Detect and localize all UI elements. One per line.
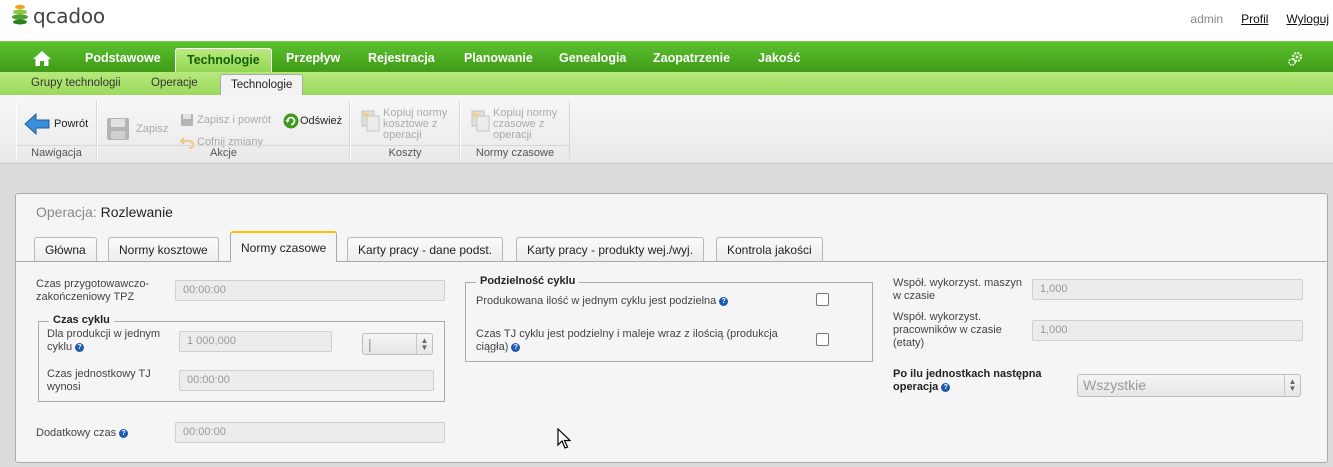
tab-normy-czasowe[interactable]: Normy czasowe bbox=[230, 231, 338, 262]
additional-time-input[interactable]: 00:00:00 bbox=[175, 422, 445, 443]
operation-form: Operacja: Rozlewanie Główna Normy koszto… bbox=[15, 193, 1328, 463]
tab-karty-pracy-dane[interactable]: Karty pracy - dane podst. bbox=[347, 237, 504, 262]
refresh-label: Odśwież bbox=[300, 114, 343, 127]
menu-technologie[interactable]: Technologie bbox=[175, 48, 272, 73]
worker-utilization-label: Współ. wykorzyst. pracowników w czasie (… bbox=[893, 311, 1002, 349]
menu-przeplyw[interactable]: Przepływ bbox=[286, 42, 340, 73]
unit-select-value: | bbox=[368, 336, 372, 352]
unit-select[interactable]: | ▲ ▼ bbox=[362, 333, 433, 355]
submenu-operacje[interactable]: Operacje bbox=[151, 72, 198, 95]
page-title: Operacja: Rozlewanie bbox=[36, 204, 173, 220]
logo[interactable]: qcadoo bbox=[10, 4, 105, 28]
home-icon[interactable] bbox=[32, 50, 52, 70]
copy-cost-norms-button[interactable]: Kopiuj normy kosztowe z operacji bbox=[361, 108, 453, 141]
username: admin bbox=[1190, 12, 1224, 26]
ribbon-group-label: Akcje bbox=[98, 145, 349, 159]
back-label: Powrót bbox=[54, 117, 89, 130]
tab-normy-kosztowe[interactable]: Normy kosztowe bbox=[108, 237, 219, 262]
refresh-icon bbox=[283, 113, 299, 129]
ribbon-group-label: Normy czasowe bbox=[461, 145, 569, 159]
copy-time-norms-button[interactable]: Kopiuj normy czasowe z operacji bbox=[471, 108, 563, 141]
production-in-cycle-input[interactable]: 1 000,000 bbox=[179, 331, 332, 352]
tj-divisible-label: Czas TJ cyklu jest podzielny i maleje wr… bbox=[476, 328, 778, 353]
profile-link[interactable]: Profil bbox=[1241, 12, 1268, 26]
save-button[interactable]: Zapisz bbox=[106, 117, 168, 141]
sub-menu: Grupy technologii Operacje Technologie bbox=[0, 72, 1333, 95]
save-and-back-button[interactable]: Zapisz i powrót bbox=[180, 113, 271, 127]
cycle-divisibility-legend: Podzielność cyklu bbox=[476, 275, 580, 287]
tab-glowna[interactable]: Główna bbox=[34, 237, 97, 262]
menu-podstawowe[interactable]: Podstawowe bbox=[85, 42, 161, 73]
select-arrows-icon: ▲ ▼ bbox=[416, 334, 432, 354]
logout-link[interactable]: Wyloguj bbox=[1286, 12, 1329, 26]
next-operation-value: Wszystkie bbox=[1083, 377, 1146, 393]
divisible-checkbox[interactable] bbox=[816, 293, 829, 306]
next-operation-label: Po ilu jednostkach następna operacja? bbox=[893, 368, 1042, 393]
mouse-cursor-icon bbox=[557, 428, 571, 449]
tpz-input[interactable]: 00:00:00 bbox=[175, 280, 445, 301]
help-icon[interactable]: ? bbox=[719, 297, 729, 306]
ribbon-group-time-norms: Kopiuj normy czasowe z operacji Normy cz… bbox=[460, 101, 570, 159]
menu-zaopatrzenie[interactable]: Zaopatrzenie bbox=[653, 42, 730, 73]
copy-time-norms-label: Kopiuj normy czasowe z operacji bbox=[493, 107, 558, 141]
page-title-value: Rozlewanie bbox=[100, 204, 173, 220]
ribbon-group-navigation: Powrót Nawigacja bbox=[16, 101, 97, 159]
menu-jakosc[interactable]: Jakość bbox=[758, 42, 800, 73]
back-arrow-icon bbox=[24, 112, 50, 136]
page-title-key: Operacja: bbox=[36, 204, 97, 220]
additional-time-label: Dodatkowy czas? bbox=[36, 427, 129, 440]
qcadoo-logo-icon bbox=[12, 4, 28, 25]
tpz-label: Czas przygotowawczo-zakończeniowy TPZ bbox=[36, 278, 150, 303]
menu-planowanie[interactable]: Planowanie bbox=[464, 42, 533, 73]
tab-karty-pracy-produkty[interactable]: Karty pracy - produkty wej./wyj. bbox=[516, 237, 705, 262]
menu-genealogia[interactable]: Genealogia bbox=[559, 42, 626, 73]
copy-document-icon bbox=[471, 110, 490, 132]
help-icon[interactable]: ? bbox=[941, 383, 951, 392]
tj-input[interactable]: 00:00:00 bbox=[179, 370, 434, 391]
help-icon[interactable]: ? bbox=[75, 343, 85, 352]
tj-divisible-checkbox[interactable] bbox=[816, 333, 829, 346]
settings-gear-icon[interactable] bbox=[1287, 51, 1303, 70]
select-arrows-icon: ▲ ▼ bbox=[1284, 375, 1300, 395]
tab-kontrola-jakosci[interactable]: Kontrola jakości bbox=[716, 237, 823, 262]
ribbon-group-label: Nawigacja bbox=[17, 145, 96, 159]
floppy-disk-small-icon bbox=[181, 114, 193, 126]
floppy-disk-icon bbox=[107, 118, 129, 140]
save-and-back-label: Zapisz i powrót bbox=[197, 113, 271, 126]
back-button[interactable]: Powrót bbox=[24, 112, 88, 136]
logo-text: qcadoo bbox=[33, 4, 105, 28]
machine-utilization-input[interactable]: 1,000 bbox=[1032, 279, 1303, 300]
tab-divider bbox=[16, 261, 1327, 262]
worker-utilization-input[interactable]: 1,000 bbox=[1032, 320, 1303, 341]
save-label: Zapisz bbox=[136, 122, 169, 135]
refresh-button[interactable]: Odśwież bbox=[283, 113, 342, 129]
submenu-grupy-technologii[interactable]: Grupy technologii bbox=[31, 72, 121, 95]
ribbon-toolbar: Powrót Nawigacja Zapisz Zapisz i powrót … bbox=[0, 95, 1333, 164]
cycle-time-legend: Czas cyklu bbox=[49, 314, 114, 326]
ribbon-group-actions: Zapisz Zapisz i powrót Cofnij zmiany Odś… bbox=[97, 101, 350, 159]
submenu-technologie[interactable]: Technologie bbox=[220, 74, 304, 95]
help-icon[interactable]: ? bbox=[119, 429, 129, 438]
user-nav: admin Profil Wyloguj bbox=[1172, 12, 1329, 26]
main-menu: Podstawowe Technologie Przepływ Rejestra… bbox=[0, 41, 1333, 73]
ribbon-group-label: Koszty bbox=[351, 145, 459, 159]
ribbon-group-costs: Kopiuj normy kosztowe z operacji Koszty bbox=[350, 101, 460, 159]
help-icon[interactable]: ? bbox=[511, 343, 521, 352]
copy-document-icon bbox=[361, 110, 380, 132]
production-in-cycle-label: Dla produkcji w jednym cyklu? bbox=[47, 328, 161, 353]
next-operation-select[interactable]: Wszystkie ▲ ▼ bbox=[1077, 374, 1301, 397]
menu-rejestracja[interactable]: Rejestracja bbox=[368, 42, 435, 73]
top-bar: qcadoo admin Profil Wyloguj bbox=[0, 0, 1333, 41]
divisible-label: Produkowana ilość w jednym cyklu jest po… bbox=[476, 295, 796, 308]
copy-cost-norms-label: Kopiuj normy kosztowe z operacji bbox=[383, 107, 448, 141]
tj-label: Czas jednostkowy TJ wynosi bbox=[47, 368, 151, 393]
machine-utilization-label: Współ. wykorzyst. maszyn w czasie bbox=[893, 277, 1022, 302]
